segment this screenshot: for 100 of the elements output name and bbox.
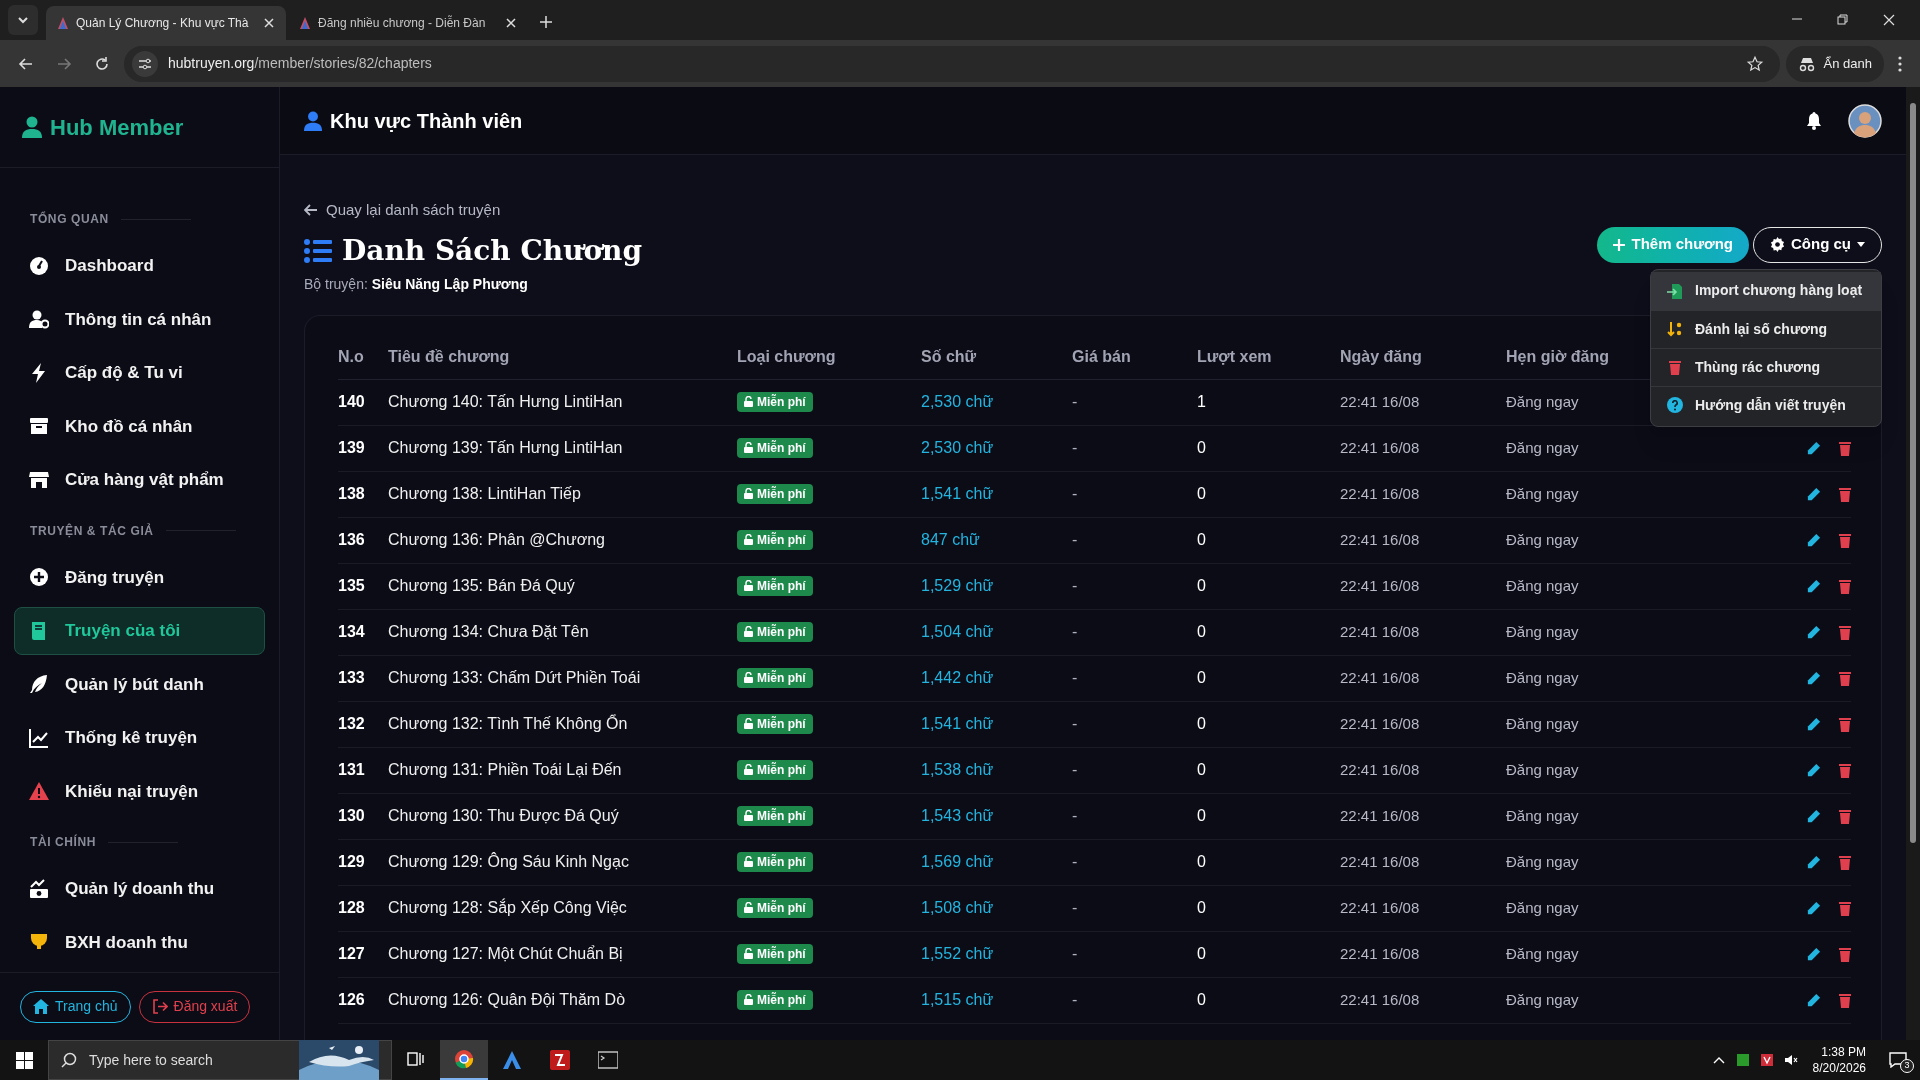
tools-button[interactable]: Công cụ xyxy=(1753,226,1882,263)
word-count: 1,504 chữ xyxy=(921,622,994,642)
free-badge: Miễn phí xyxy=(737,529,813,550)
free-badge: Miễn phí xyxy=(737,667,813,688)
publish-date: 22:41 16/08 xyxy=(1340,851,1420,872)
publish-date: 22:41 16/08 xyxy=(1340,943,1420,964)
publish-date: 22:41 16/08 xyxy=(1340,391,1420,412)
publish-date: 22:41 16/08 xyxy=(1340,483,1420,504)
view-count: 0 xyxy=(1197,806,1206,826)
chapter-number: 136 xyxy=(338,530,365,550)
sidebar-item[interactable]: Thông tin cá nhân xyxy=(14,295,265,343)
publish-date: 22:41 16/08 xyxy=(1340,575,1420,596)
sidebar-item[interactable]: Cấp độ & Tu vi xyxy=(14,349,265,397)
chapter-number: 134 xyxy=(338,622,365,642)
price-cell-text: - xyxy=(1072,806,1078,826)
chapter-number: 128 xyxy=(338,898,365,918)
free-badge: Miễn phí xyxy=(737,989,813,1010)
clock-date: 8/20/2026 xyxy=(1812,1060,1866,1076)
chapter-title: Chương 129: Ông Sáu Kinh Ngạc xyxy=(388,851,629,872)
chapter-number: 131 xyxy=(338,760,365,780)
publish-date: 22:41 16/08 xyxy=(1340,897,1420,918)
menu-item[interactable]: Thùng rác chương xyxy=(1651,347,1881,386)
schedule-cell-text: Đăng ngay xyxy=(1506,989,1579,1010)
chapter-number: 135 xyxy=(338,576,365,596)
sidebar-item[interactable]: Quản lý bút danh xyxy=(14,660,265,708)
chapter-number: 132 xyxy=(338,714,365,734)
publish-date: 22:41 16/08 xyxy=(1340,529,1420,550)
tab-title: Đăng nhiều chương - Diễn Đàn xyxy=(318,14,487,32)
chapter-title: Chương 134: Chưa Đặt Tên xyxy=(388,622,589,642)
word-count: 847 chữ xyxy=(921,530,980,550)
price-cell-text: - xyxy=(1072,990,1078,1010)
chapter-number: 126 xyxy=(338,990,365,1010)
browser-tab[interactable]: Đăng nhiều chương - Diễn Đàn xyxy=(288,6,528,40)
schedule-cell-text: Đăng ngay xyxy=(1506,759,1579,780)
price-cell-text: - xyxy=(1072,530,1078,550)
free-badge: Miễn phí xyxy=(737,759,813,780)
chapter-number: 140 xyxy=(338,392,365,412)
schedule-cell-text: Đăng ngay xyxy=(1506,575,1579,596)
menu-item[interactable]: Đánh lại số chương xyxy=(1651,309,1881,348)
header-title: Khu vực Thành viên xyxy=(330,108,523,134)
sidebar-item[interactable]: Kho đồ cá nhân xyxy=(14,402,265,450)
taskbar-search[interactable]: Type here to search xyxy=(48,1040,392,1080)
free-badge: Miễn phí xyxy=(737,575,813,596)
publish-date: 22:41 16/08 xyxy=(1340,805,1420,826)
view-count: 0 xyxy=(1197,438,1206,458)
sidebar-item[interactable]: Đăng truyện xyxy=(14,553,265,601)
schedule-cell-text: Đăng ngay xyxy=(1506,529,1579,550)
chapter-title: Chương 136: Phân @Chương xyxy=(388,530,605,550)
sidebar-item[interactable]: Quản lý doanh thu xyxy=(14,865,265,913)
word-count: 2,530 chữ xyxy=(921,438,994,458)
sidebar-item[interactable]: Khiếu nại truyện xyxy=(14,767,265,815)
price-cell-text: - xyxy=(1072,576,1078,596)
section-heading: TÀI CHÍNH xyxy=(30,833,97,851)
sidebar-item[interactable]: BXH doanh thu xyxy=(14,918,265,966)
chapter-number: 138 xyxy=(338,484,365,504)
chapter-number: 133 xyxy=(338,668,365,688)
publish-date: 22:41 16/08 xyxy=(1340,713,1420,734)
browser-tab[interactable]: Quản Lý Chương - Khu vực Thà xyxy=(46,6,286,40)
sidebar-item[interactable]: Thống kê truyện xyxy=(14,714,265,762)
column-header: Giá bán xyxy=(1072,347,1131,367)
view-count: 0 xyxy=(1197,852,1206,872)
price-cell-text: - xyxy=(1072,852,1078,872)
publish-date: 22:41 16/08 xyxy=(1340,437,1420,458)
tab-title: Quản Lý Chương - Khu vực Thà xyxy=(76,15,250,32)
column-header: Ngày đăng xyxy=(1340,347,1422,367)
menu-item[interactable]: Import chương hàng loạt xyxy=(1651,271,1881,310)
sidebar-item[interactable]: Cửa hàng vật phẩm xyxy=(14,456,265,504)
sidebar-item[interactable]: Dashboard xyxy=(14,242,265,290)
chapter-title: Chương 126: Quân Đội Thăm Dò xyxy=(388,990,626,1010)
address-bar[interactable]: hubtruyen.org/member/stories/82/chapters xyxy=(124,45,1780,82)
notification-count: 3 xyxy=(1900,1059,1914,1073)
word-count: 1,541 chữ xyxy=(921,484,994,504)
chapter-title: Chương 135: Bán Đá Quý xyxy=(388,576,575,596)
free-badge: Miễn phí xyxy=(737,391,813,412)
sidebar-item[interactable]: Truyện của tôi xyxy=(14,607,265,655)
section-heading: TỔNG QUAN xyxy=(30,210,109,228)
word-count: 1,529 chữ xyxy=(921,576,994,596)
price-cell-text: - xyxy=(1072,392,1078,412)
back-link[interactable]: Quay lại danh sách truyện xyxy=(304,199,642,222)
incognito-button[interactable]: Ẩn danh xyxy=(1785,45,1884,82)
column-header: Số chữ xyxy=(921,347,977,367)
schedule-cell-text: Đăng ngay xyxy=(1506,851,1579,872)
page-title: Danh Sách Chương xyxy=(342,232,642,269)
price-cell-text: - xyxy=(1072,438,1078,458)
price-cell-text: - xyxy=(1072,898,1078,918)
publish-date: 22:41 16/08 xyxy=(1340,667,1420,688)
view-count: 0 xyxy=(1197,576,1206,596)
schedule-cell-text: Đăng ngay xyxy=(1506,667,1579,688)
word-count: 1,442 chữ xyxy=(921,668,994,688)
menu-item[interactable]: Hướng dẫn viết truyện xyxy=(1651,385,1881,424)
price-cell-text: - xyxy=(1072,484,1078,504)
word-count: 1,552 chữ xyxy=(921,944,994,964)
word-count: 1,515 chữ xyxy=(921,990,994,1010)
url-text: hubtruyen.org/member/stories/82/chapters xyxy=(168,54,433,73)
column-header: Lượt xem xyxy=(1197,347,1272,367)
column-header: Tiêu đề chương xyxy=(388,347,510,367)
clock-time: 1:38 PM xyxy=(1821,1044,1866,1060)
chapter-title: Chương 127: Một Chút Chuẩn Bị xyxy=(388,944,623,964)
taskbar-search-field[interactable]: Type here to search xyxy=(89,1049,287,1071)
view-count: 0 xyxy=(1197,484,1206,504)
